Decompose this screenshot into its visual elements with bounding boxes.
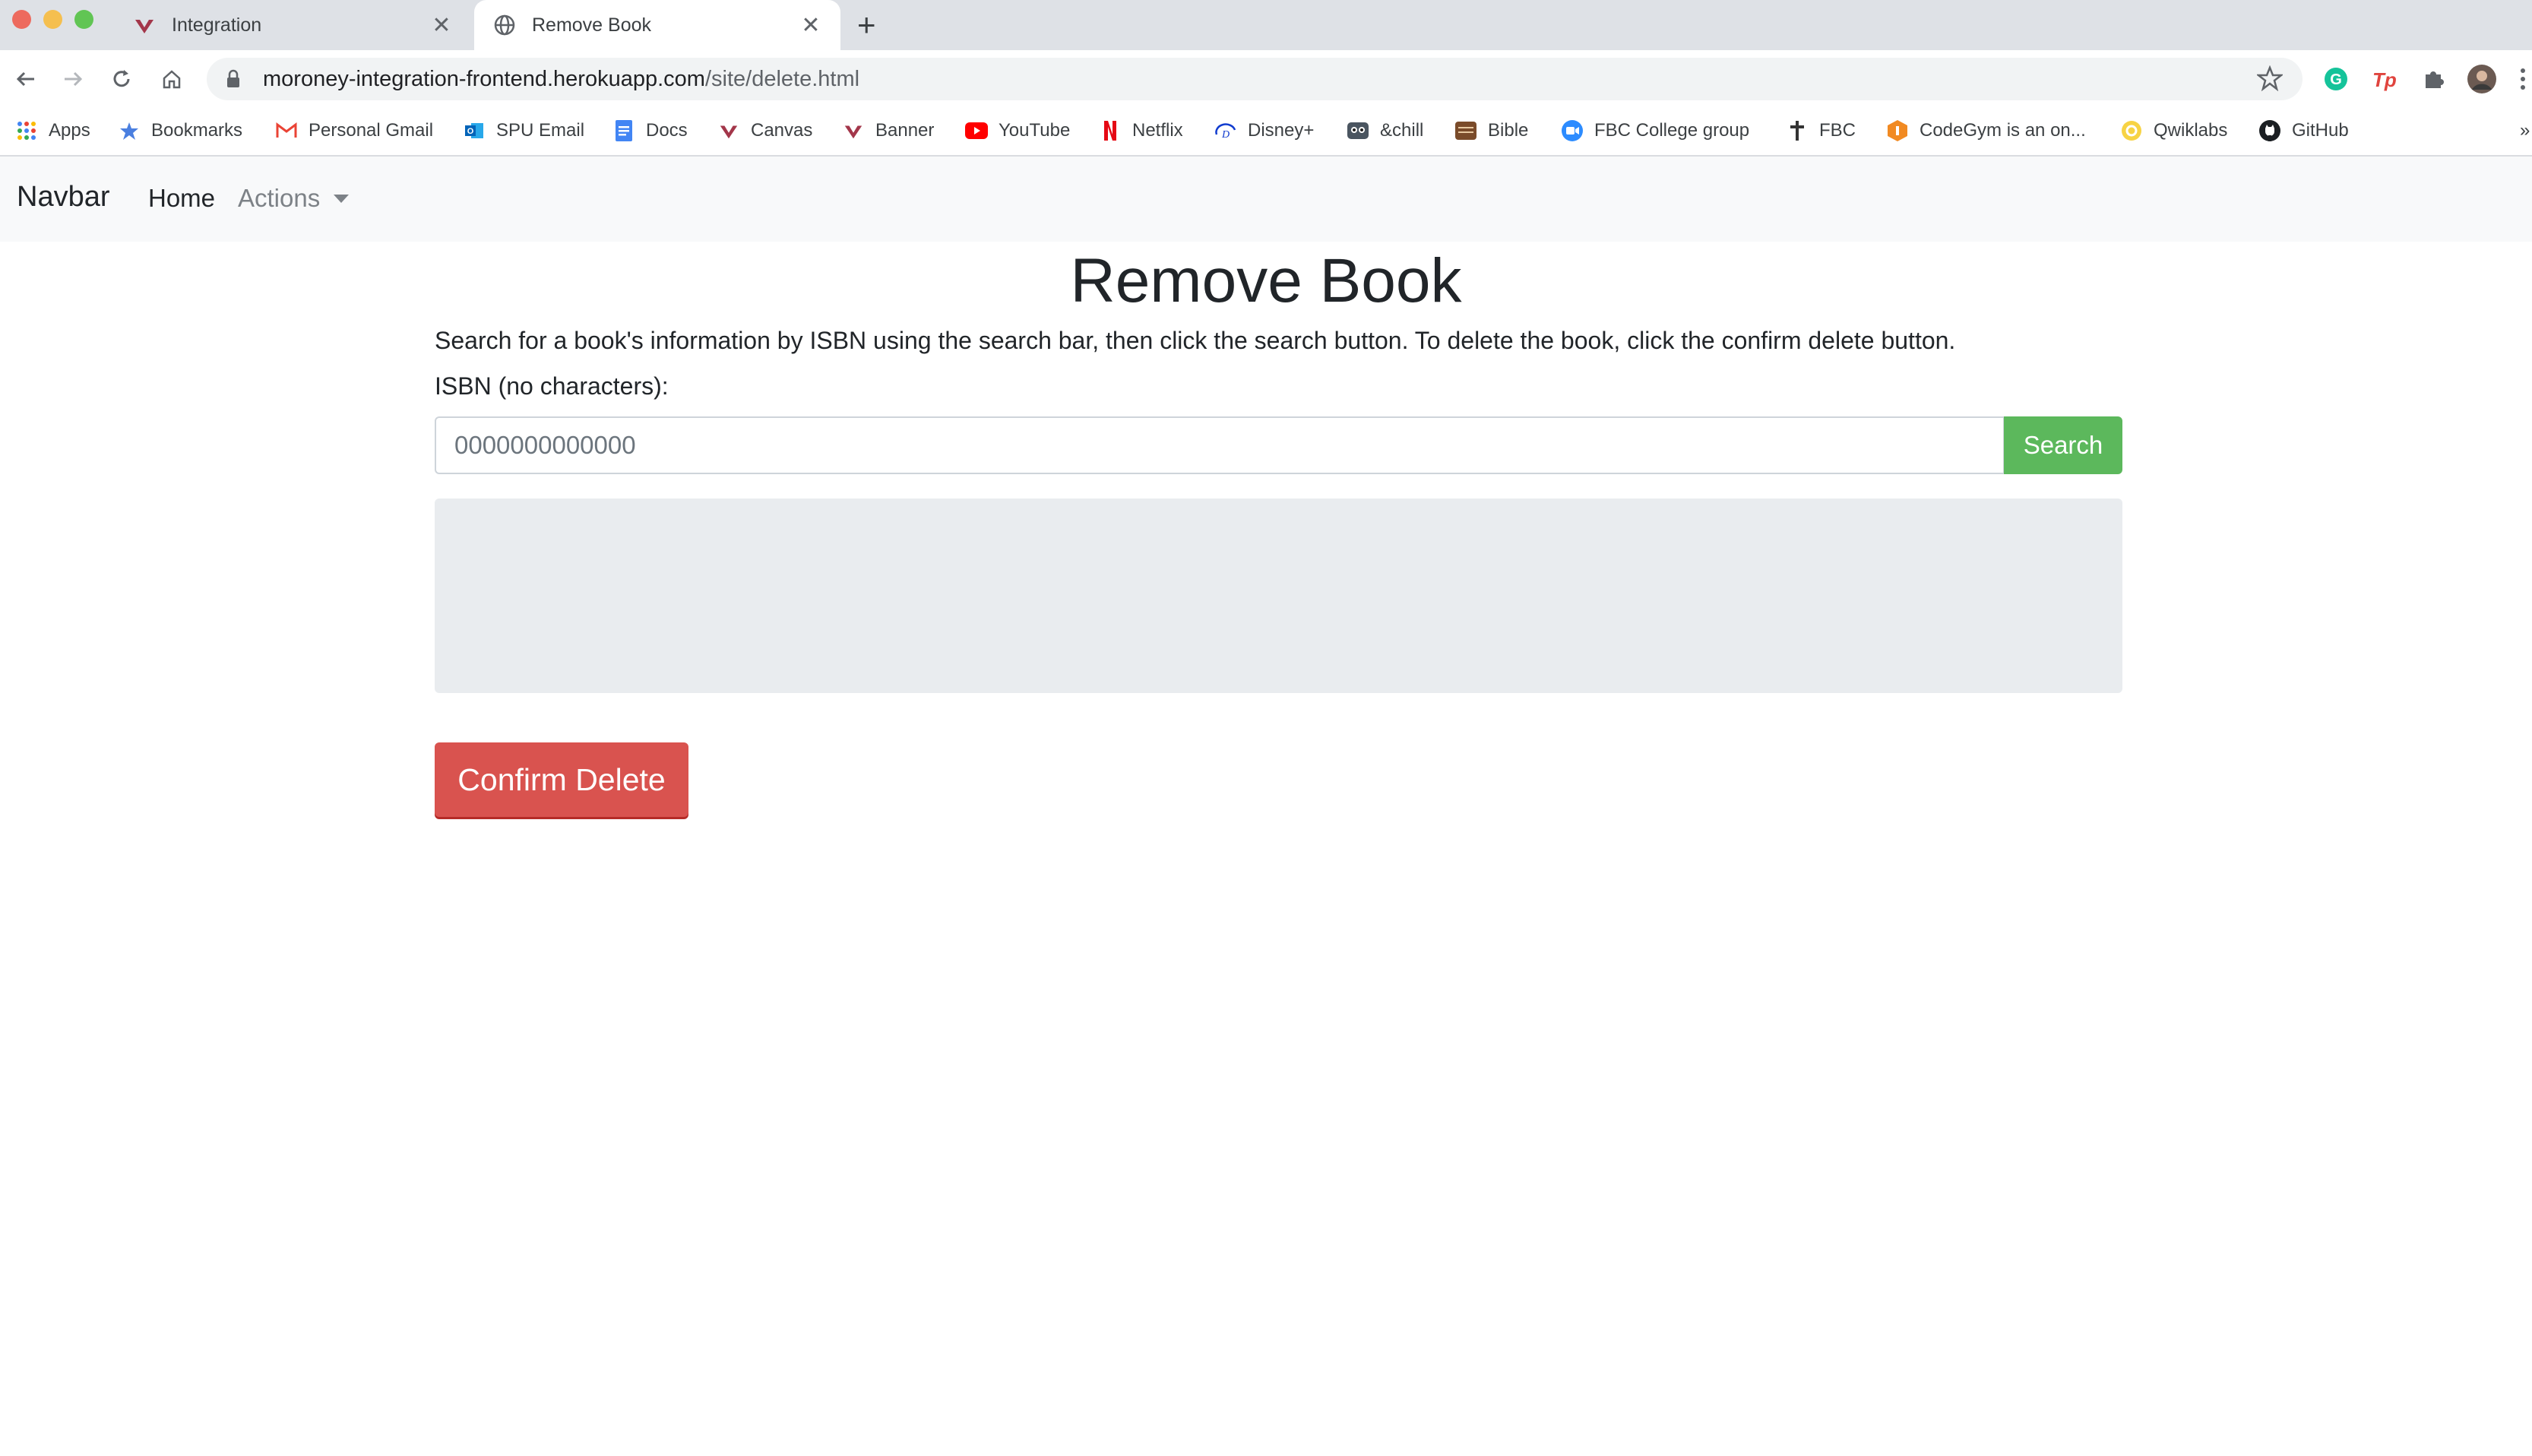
tab-remove-book[interactable]: Remove Book ✕ [474, 0, 840, 50]
gmail-icon [275, 119, 298, 142]
grammarly-icon[interactable]: G [2321, 64, 2351, 94]
bookmark-label: Canvas [751, 120, 813, 141]
bookmark-codegym[interactable]: CodeGym is an on... [1886, 116, 2086, 146]
back-icon[interactable] [8, 61, 44, 97]
tp-extension-icon[interactable]: Tp [2369, 64, 2400, 94]
github-icon [2258, 119, 2281, 142]
bookmark-netflix[interactable]: Netflix [1099, 116, 1183, 146]
new-tab-icon[interactable]: + [857, 8, 876, 43]
browser-menu-icon[interactable] [2514, 64, 2532, 94]
minimize-window-button[interactable] [43, 10, 62, 29]
reload-icon[interactable] [103, 61, 140, 97]
svg-text:G: G [2330, 71, 2342, 88]
qwiklabs-icon [2120, 119, 2143, 142]
canvas-icon [132, 13, 157, 37]
bible-icon [1454, 119, 1477, 142]
bookmark-label: &chill [1380, 120, 1424, 141]
tab-title: Remove Book [532, 14, 652, 36]
browser-tab-strip: Integration ✕ Remove Book ✕ + [0, 0, 2532, 50]
bookmark-banner[interactable]: Banner [842, 116, 934, 146]
bookmark-label: Disney+ [1248, 120, 1315, 141]
bookmark-label: Banner [875, 120, 935, 141]
tab-title: Integration [172, 14, 262, 36]
disney-icon: D [1214, 119, 1237, 142]
extensions-puzzle-icon[interactable] [2418, 64, 2448, 94]
svg-text:D: D [1221, 129, 1230, 141]
youtube-icon [965, 119, 988, 142]
bookmark-youtube[interactable]: YouTube [965, 116, 1070, 146]
bookmark-fbc-college-group[interactable]: FBC College group [1561, 116, 1749, 146]
bookmark-label: Personal Gmail [309, 120, 434, 141]
bookmark-star-icon[interactable] [2255, 65, 2284, 97]
bookmark-disney[interactable]: D Disney+ [1214, 116, 1314, 146]
close-window-button[interactable] [12, 10, 31, 29]
canvas-icon [717, 119, 740, 142]
outlook-icon: O [463, 119, 486, 142]
docs-icon [612, 119, 635, 142]
bookmark-fbc[interactable]: FBC [1786, 116, 1856, 146]
home-icon[interactable] [154, 61, 190, 97]
bookmark-label: Bookmarks [151, 120, 243, 141]
close-tab-icon[interactable]: ✕ [799, 12, 822, 39]
bookmark-label: Qwiklabs [2154, 120, 2228, 141]
url-host: moroney-integration-frontend.herokuapp.c… [263, 66, 705, 91]
maximize-window-button[interactable] [74, 10, 93, 29]
close-tab-icon[interactable]: ✕ [430, 12, 453, 39]
bookmark-label: CodeGym is an on... [1920, 120, 2086, 141]
lock-icon [225, 69, 242, 89]
browser-toolbar: moroney-integration-frontend.herokuapp.c… [0, 50, 2532, 108]
nav-home-link[interactable]: Home [148, 184, 215, 213]
fbc-icon [1786, 119, 1809, 142]
bookmark-label: SPU Email [496, 120, 585, 141]
forward-icon[interactable] [55, 61, 91, 97]
netflix-icon [1099, 119, 1122, 142]
bookmark-personal-gmail[interactable]: Personal Gmail [275, 116, 433, 146]
address-bar[interactable]: moroney-integration-frontend.herokuapp.c… [207, 58, 2303, 100]
bookmark-bookmarks[interactable]: Bookmarks [118, 116, 242, 146]
apps-grid-icon [15, 119, 38, 142]
navbar-brand[interactable]: Navbar [17, 181, 110, 214]
bookmark-label: YouTube [999, 120, 1071, 141]
isbn-search-input[interactable] [435, 416, 2005, 474]
caret-down-icon [334, 194, 350, 203]
site-navbar: Navbar Home Actions [0, 157, 2532, 242]
bookmark-label: Apps [49, 120, 90, 141]
bookmark-bible[interactable]: Bible [1454, 116, 1528, 146]
search-button[interactable]: Search [2004, 416, 2122, 474]
bookmark-label: Bible [1488, 120, 1529, 141]
banner-icon [842, 119, 865, 142]
profile-avatar-icon[interactable] [2467, 64, 2497, 94]
bookmark-qwiklabs[interactable]: Qwiklabs [2120, 116, 2227, 146]
svg-text:Tp: Tp [2372, 68, 2397, 91]
bookmark-label: FBC College group [1594, 120, 1750, 141]
bookmark-label: Netflix [1132, 120, 1183, 141]
bookmark-chill[interactable]: &chill [1347, 116, 1423, 146]
bookmark-apps[interactable]: Apps [15, 116, 90, 146]
page-title: Remove Book [1070, 246, 1462, 315]
svg-text:O: O [467, 127, 474, 136]
isbn-label: ISBN (no characters): [435, 372, 669, 400]
codegym-icon [1886, 119, 1909, 142]
bookmark-spu-email[interactable]: O SPU Email [463, 116, 584, 146]
nav-actions-dropdown[interactable]: Actions [238, 184, 350, 213]
url-path: /site/delete.html [704, 66, 860, 91]
book-info-result-box [435, 499, 2122, 693]
bookmark-docs[interactable]: Docs [612, 116, 688, 146]
nav-actions-label: Actions [238, 184, 321, 212]
bookmarks-bar: Apps Bookmarks Personal Gmail O SPU Emai… [0, 108, 2532, 157]
tab-integration[interactable]: Integration ✕ [114, 0, 471, 50]
bookmark-label: Docs [646, 120, 688, 141]
zoom-icon [1561, 119, 1584, 142]
bookmark-github[interactable]: GitHub [2258, 116, 2349, 146]
bookmark-label: FBC [1819, 120, 1856, 141]
instructions-text: Search for a book's information by ISBN … [435, 327, 1956, 354]
bookmark-canvas[interactable]: Canvas [717, 116, 812, 146]
raccoon-icon [1347, 119, 1369, 142]
globe-icon [492, 13, 517, 37]
bookmark-label: GitHub [2292, 120, 2349, 141]
confirm-delete-button[interactable]: Confirm Delete [435, 742, 688, 817]
bookmarks-overflow-icon[interactable]: » [2520, 116, 2530, 146]
star-icon [118, 119, 141, 142]
